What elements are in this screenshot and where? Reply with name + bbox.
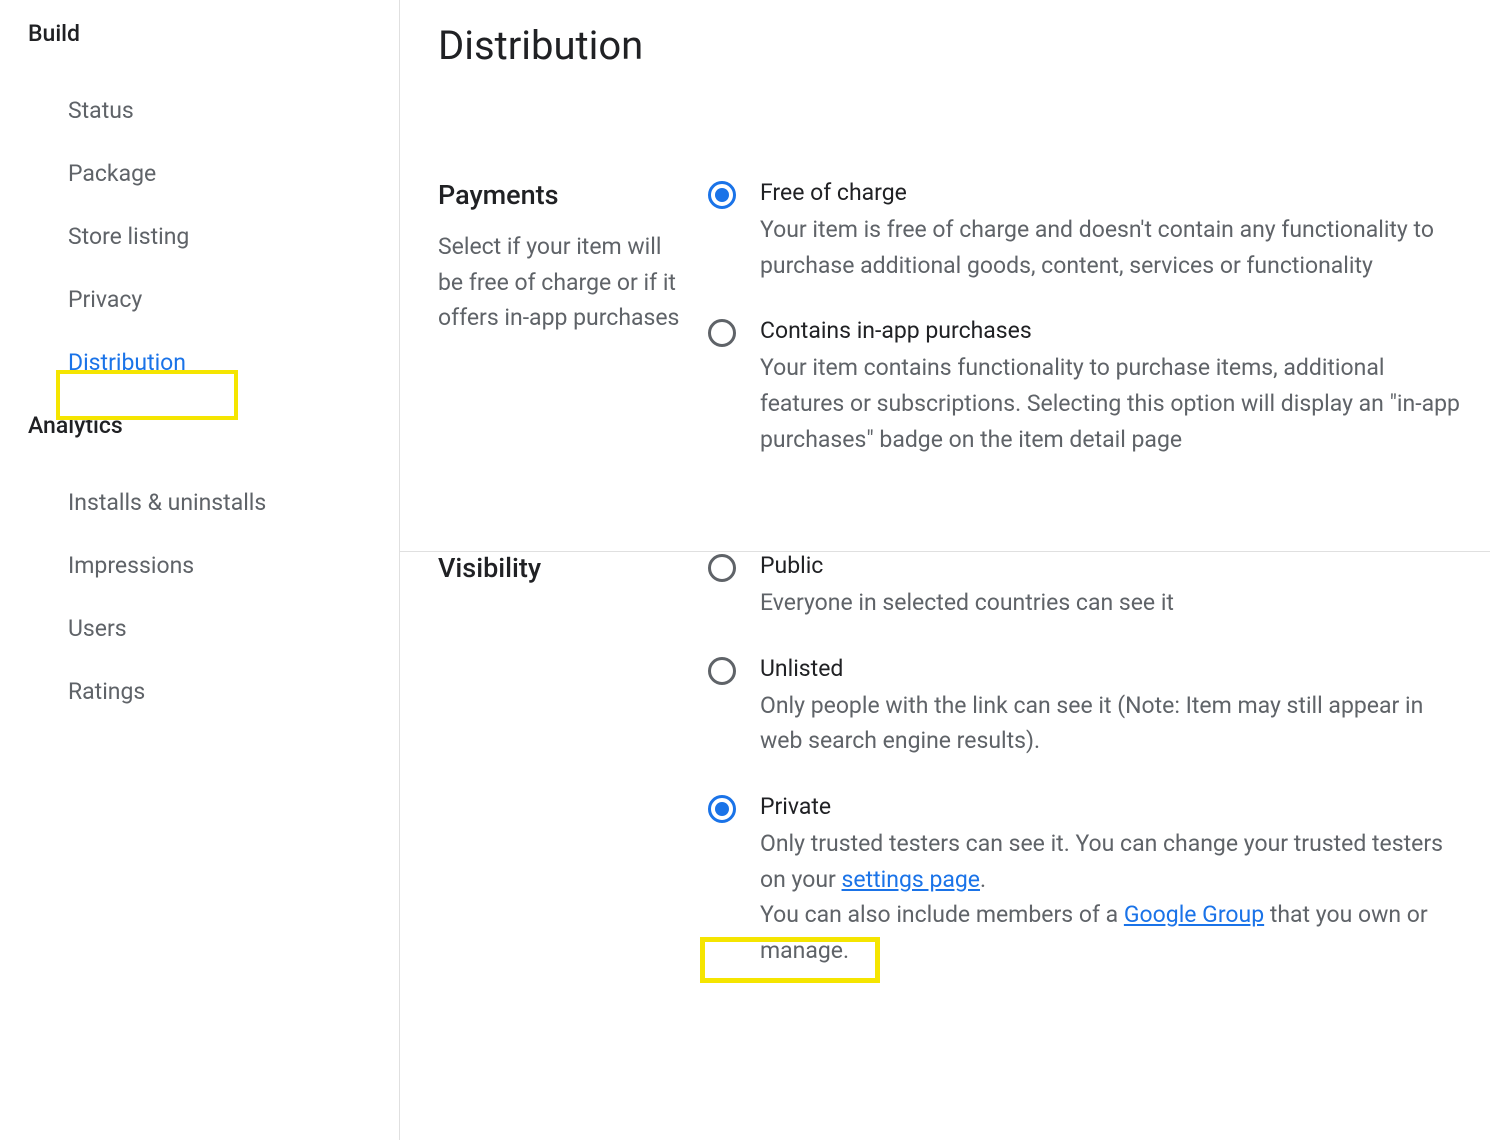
radio-row-unlisted: Unlisted Only people with the link can s… [708,655,1460,759]
sidebar-item-users[interactable]: Users [28,597,399,660]
main-content: Distribution Payments Select if your ite… [400,0,1490,1140]
radio-free-label: Free of charge [760,179,1460,206]
radio-row-iap: Contains in-app purchases Your item cont… [708,317,1460,457]
private-desc-p3: You can also include members of a [760,901,1124,928]
sidebar-item-privacy[interactable]: Privacy [28,268,399,331]
radio-row-public: Public Everyone in selected countries ca… [708,552,1460,621]
radio-unlisted-desc: Only people with the link can see it (No… [760,688,1460,759]
radio-public-label: Public [760,552,1460,579]
visibility-heading: Visibility [438,552,690,584]
radio-free[interactable] [708,181,736,209]
sidebar-item-installs[interactable]: Installs & uninstalls [28,471,399,534]
radio-unlisted-label: Unlisted [760,655,1460,682]
sidebar-item-store-listing[interactable]: Store listing [28,205,399,268]
sidebar-item-distribution[interactable]: Distribution [28,331,399,394]
sidebar-item-package[interactable]: Package [28,142,399,205]
section-visibility: Visibility Public Everyone in selected c… [438,552,1460,1028]
payments-caption: Select if your item will be free of char… [438,229,690,336]
radio-row-private: Private Only trusted testers can see it.… [708,793,1460,969]
radio-private-label: Private [760,793,1460,820]
google-group-link[interactable]: Google Group [1124,901,1264,928]
page-title: Distribution [438,22,1460,69]
radio-free-desc: Your item is free of charge and doesn't … [760,212,1460,283]
payments-heading: Payments [438,179,690,211]
settings-page-link[interactable]: settings page [842,866,980,893]
section-payments: Payments Select if your item will be fre… [438,179,1460,551]
private-desc-p2: . [980,866,986,893]
radio-row-free: Free of charge Your item is free of char… [708,179,1460,283]
radio-public-desc: Everyone in selected countries can see i… [760,585,1460,621]
radio-private[interactable] [708,795,736,823]
radio-unlisted[interactable] [708,657,736,685]
sidebar-item-ratings[interactable]: Ratings [28,660,399,723]
sidebar-section-analytics: Analytics [28,412,399,439]
sidebar-section-build: Build [28,20,399,47]
radio-iap[interactable] [708,319,736,347]
radio-public[interactable] [708,554,736,582]
sidebar-item-impressions[interactable]: Impressions [28,534,399,597]
radio-iap-label: Contains in-app purchases [760,317,1460,344]
radio-iap-desc: Your item contains functionality to purc… [760,350,1460,457]
sidebar: Build Status Package Store listing Priva… [0,0,400,1140]
radio-private-desc: Only trusted testers can see it. You can… [760,826,1460,969]
sidebar-item-status[interactable]: Status [28,79,399,142]
